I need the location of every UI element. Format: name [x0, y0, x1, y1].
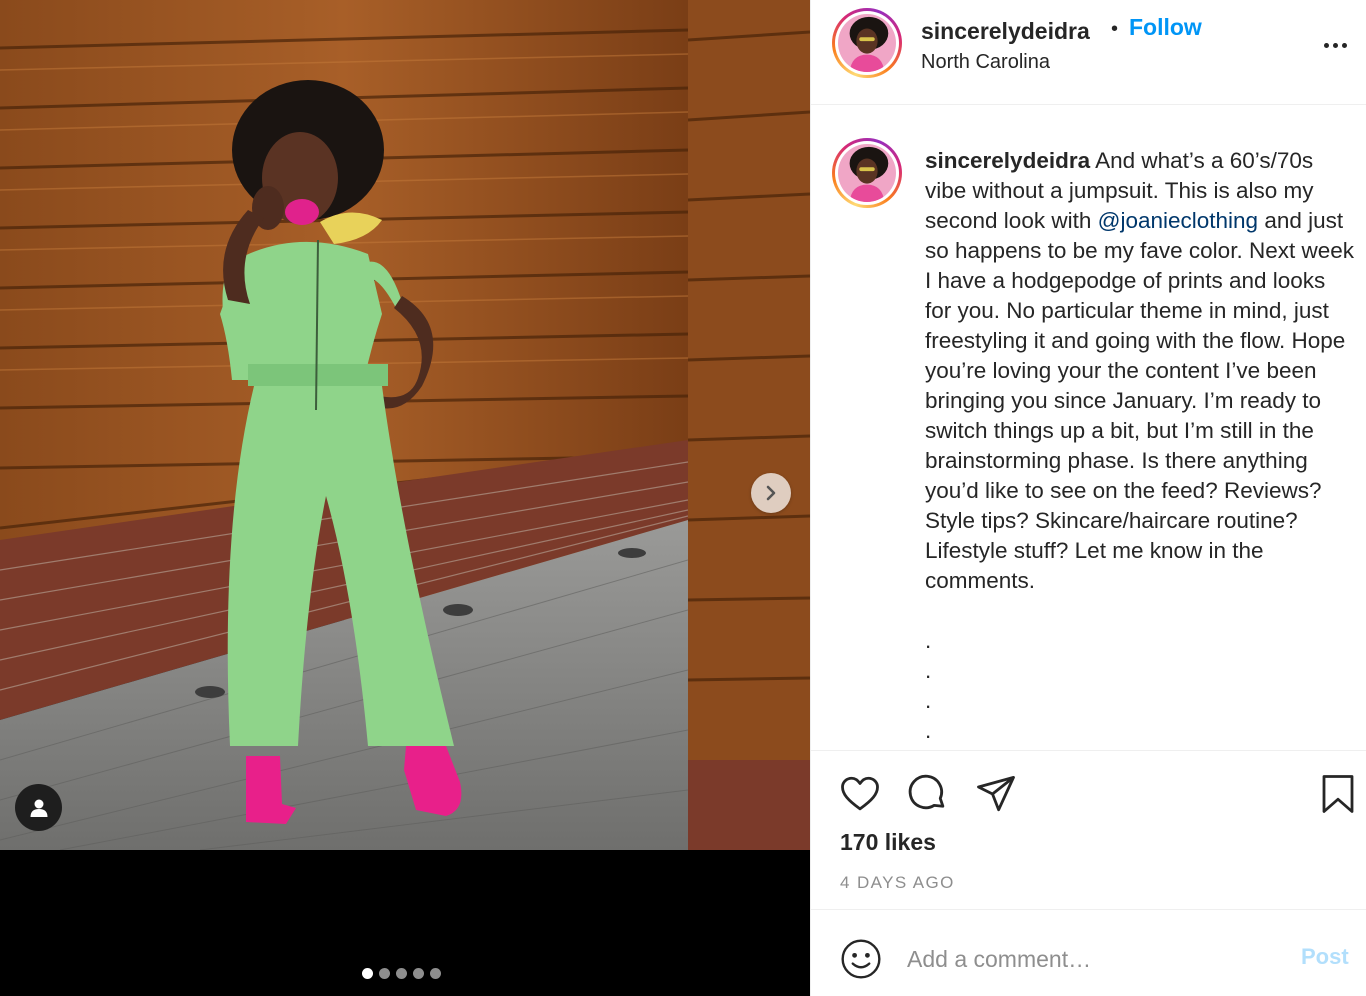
post-photo	[0, 0, 688, 850]
chevron-right-icon	[766, 485, 776, 501]
carousel-dot	[413, 968, 424, 979]
emoji-icon[interactable]	[839, 937, 883, 981]
post-media	[0, 0, 810, 996]
follow-button[interactable]: Follow	[1129, 14, 1202, 41]
avatar[interactable]	[832, 8, 902, 78]
comment-input[interactable]	[907, 937, 1287, 981]
comment-button[interactable]	[905, 771, 951, 817]
paper-plane-icon	[977, 775, 1015, 812]
carousel-dot	[396, 968, 407, 979]
share-button[interactable]	[973, 771, 1019, 817]
add-comment-bar: Post	[811, 911, 1366, 996]
caption-avatar[interactable]	[832, 138, 902, 208]
carousel-next-button[interactable]	[751, 473, 791, 513]
post-comment-button[interactable]: Post	[1301, 944, 1349, 970]
more-options-button[interactable]	[1315, 30, 1355, 60]
post-location[interactable]: North Carolina	[921, 51, 1050, 74]
user-tag-icon	[30, 799, 47, 817]
caption-trailing-dots: . . . .	[925, 628, 932, 743]
post-author-username[interactable]: sincerelydeidra	[921, 18, 1090, 45]
post-actions: 170 likes 4 DAYS AGO	[811, 750, 1366, 910]
save-button[interactable]	[1315, 771, 1361, 817]
carousel-dot	[430, 968, 441, 979]
heart-icon	[841, 776, 879, 811]
profile-photo	[838, 14, 896, 72]
profile-photo	[838, 144, 896, 202]
header-separator: •	[1111, 18, 1119, 40]
caption-mention-link[interactable]: @joanieclothing	[1098, 208, 1258, 233]
post-caption: sincerelydeidra And what’s a 60’s/70s vi…	[925, 146, 1357, 596]
like-button[interactable]	[837, 771, 883, 817]
carousel-photo[interactable]	[0, 0, 810, 850]
caption-text: and just so happens to be my fave color.…	[925, 208, 1361, 593]
post-side-panel: sincerelydeidra • Follow North Carolina …	[810, 0, 1366, 996]
carousel-indicator	[362, 968, 441, 979]
tagged-users-button[interactable]	[15, 784, 62, 831]
carousel-dot	[362, 968, 373, 979]
next-photo-preview	[688, 0, 810, 850]
bookmark-icon	[1322, 775, 1354, 813]
caption-username[interactable]: sincerelydeidra	[925, 148, 1090, 173]
carousel-dot	[379, 968, 390, 979]
like-count[interactable]: 170 likes	[840, 829, 936, 856]
comment-bubble-icon	[908, 774, 945, 810]
caption-section: sincerelydeidra And what’s a 60’s/70s vi…	[811, 106, 1366, 750]
more-options-icon	[1323, 42, 1329, 48]
post-header: sincerelydeidra • Follow North Carolina	[811, 0, 1366, 105]
post-timestamp[interactable]: 4 DAYS AGO	[840, 873, 955, 893]
